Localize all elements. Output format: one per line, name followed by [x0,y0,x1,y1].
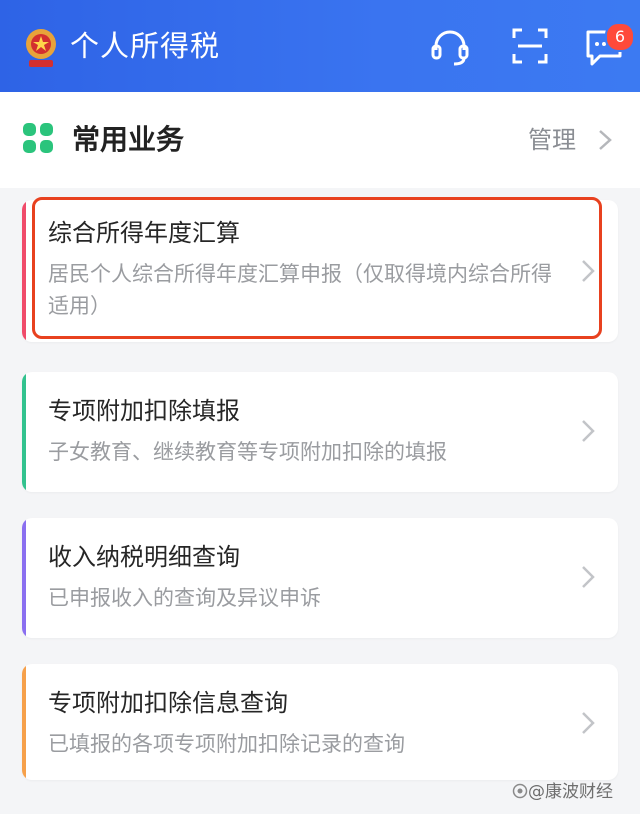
chevron-right-icon [582,420,595,442]
card-stripe [22,518,26,638]
message-badge: 6 [605,22,635,52]
watermark-icon [512,783,528,799]
card-stripe [22,664,26,780]
headset-icon[interactable] [428,24,472,68]
grid-icon [23,123,53,153]
card-income-query[interactable]: 收入纳税明细查询 已申报收入的查询及异议申诉 [22,518,618,638]
card-desc: 子女教育、继续教育等专项附加扣除的填报 [48,440,447,464]
emblem-icon [26,29,56,67]
card-title: 收入纳税明细查询 [48,543,240,571]
app-title: 个人所得税 [70,29,221,63]
card-title: 综合所得年度汇算 [48,219,240,247]
watermark: @康波财经 [528,782,613,802]
card-title: 专项附加扣除信息查询 [48,689,288,717]
chevron-right-icon [582,260,595,282]
section-title: 常用业务 [72,123,185,156]
scan-icon[interactable] [508,24,552,68]
chevron-right-icon [582,566,595,588]
manage-link[interactable]: 管理 [528,122,576,158]
card-title: 专项附加扣除填报 [48,397,240,425]
card-special-deduction-fill[interactable]: 专项附加扣除填报 子女教育、继续教育等专项附加扣除的填报 [22,372,618,492]
card-desc: 已填报的各项专项附加扣除记录的查询 [48,732,405,756]
chevron-right-icon[interactable] [596,128,614,152]
card-stripe [22,372,26,492]
card-stripe [22,200,26,342]
chevron-right-icon [582,712,595,734]
card-special-deduction-query[interactable]: 专项附加扣除信息查询 已填报的各项专项附加扣除记录的查询 [22,664,618,780]
card-annual-settlement[interactable]: 综合所得年度汇算 居民个人综合所得年度汇算申报（仅取得境内综合所得适用） [22,200,618,342]
card-desc: 已申报收入的查询及异议申诉 [48,586,321,610]
app-header: 个人所得税 6 [0,0,640,92]
card-desc: 居民个人综合所得年度汇算申报（仅取得境内综合所得适用） [48,262,552,318]
